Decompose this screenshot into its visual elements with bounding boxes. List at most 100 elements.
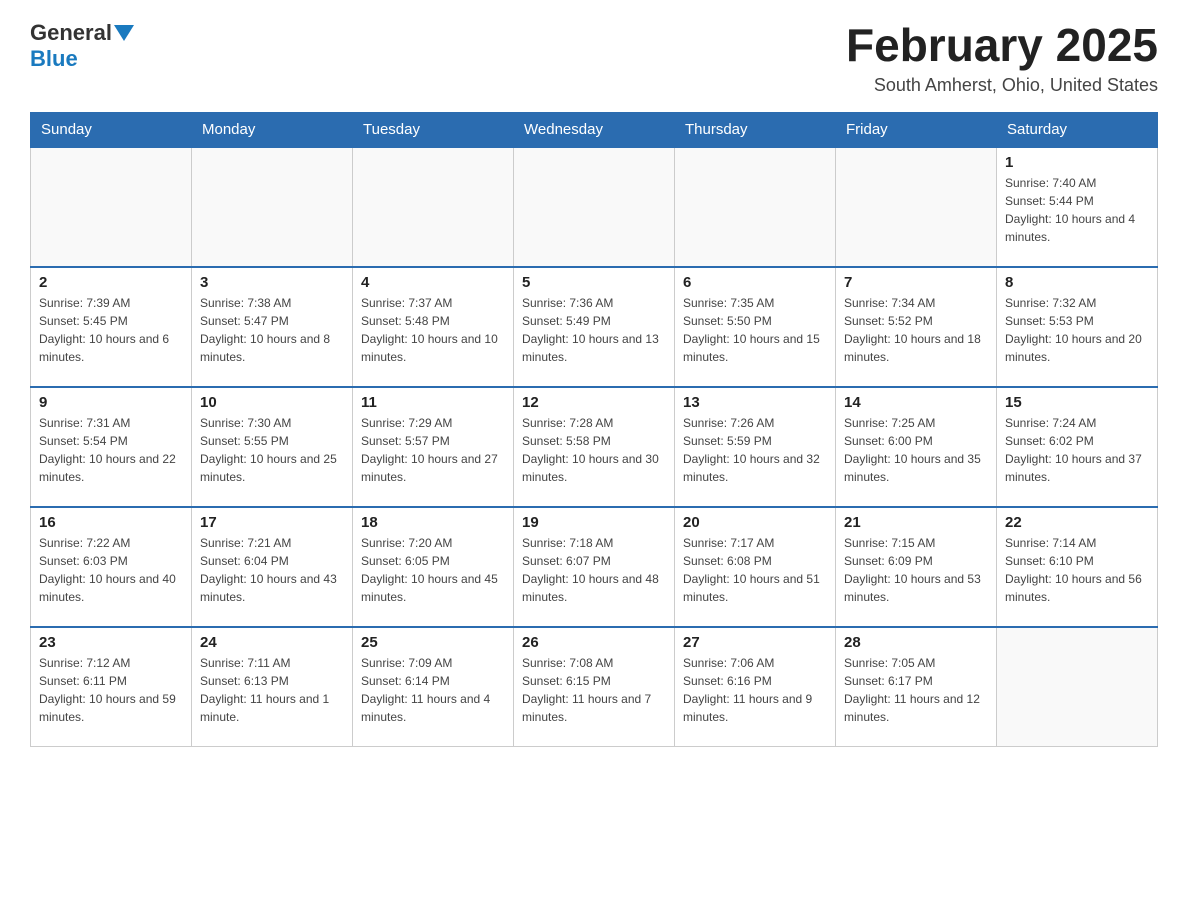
day-info: Sunrise: 7:08 AMSunset: 6:15 PMDaylight:… [522, 654, 666, 726]
page-header: General Blue February 2025 South Amherst… [30, 20, 1158, 96]
week-row-3: 9 Sunrise: 7:31 AMSunset: 5:54 PMDaylight… [31, 387, 1158, 507]
day-number: 16 [39, 514, 183, 531]
calendar-cell: 22Sunrise: 7:14 AMSunset: 6:10 PMDayligh… [997, 507, 1158, 627]
month-title: February 2025 [846, 20, 1158, 71]
day-info: Sunrise: 7:40 AMSunset: 5:44 PMDaylight:… [1005, 174, 1149, 246]
week-row-1: 1 Sunrise: 7:40 AMSunset: 5:44 PMDaylight… [31, 147, 1158, 267]
day-number: 28 [844, 634, 988, 651]
calendar-table: SundayMondayTuesdayWednesdayThursdayFrid… [30, 112, 1158, 748]
calendar-cell: 27 Sunrise: 7:06 AMSunset: 6:16 PMDayligh… [675, 627, 836, 747]
weekday-header-tuesday: Tuesday [353, 112, 514, 147]
location-text: South Amherst, Ohio, United States [846, 75, 1158, 96]
day-number: 1 [1005, 154, 1149, 171]
day-number: 19 [522, 514, 666, 531]
week-row-2: 2 Sunrise: 7:39 AMSunset: 5:45 PMDaylight… [31, 267, 1158, 387]
day-number: 23 [39, 634, 183, 651]
calendar-cell: 2 Sunrise: 7:39 AMSunset: 5:45 PMDaylight… [31, 267, 192, 387]
calendar-cell: 4 Sunrise: 7:37 AMSunset: 5:48 PMDaylight… [353, 267, 514, 387]
calendar-cell: 9 Sunrise: 7:31 AMSunset: 5:54 PMDaylight… [31, 387, 192, 507]
day-number: 8 [1005, 274, 1149, 291]
day-info: Sunrise: 7:30 AMSunset: 5:55 PMDaylight:… [200, 414, 344, 486]
day-info: Sunrise: 7:22 AMSunset: 6:03 PMDaylight:… [39, 534, 183, 606]
day-info: Sunrise: 7:24 AMSunset: 6:02 PMDaylight:… [1005, 414, 1149, 486]
calendar-cell [997, 627, 1158, 747]
calendar-cell: 18 Sunrise: 7:20 AMSunset: 6:05 PMDayligh… [353, 507, 514, 627]
weekday-header-thursday: Thursday [675, 112, 836, 147]
day-number: 26 [522, 634, 666, 651]
calendar-cell: 19Sunrise: 7:18 AMSunset: 6:07 PMDayligh… [514, 507, 675, 627]
day-number: 17 [200, 514, 344, 531]
calendar-cell [192, 147, 353, 267]
day-info: Sunrise: 7:35 AMSunset: 5:50 PMDaylight:… [683, 294, 827, 366]
logo-blue-text: Blue [30, 46, 78, 72]
weekday-header-wednesday: Wednesday [514, 112, 675, 147]
weekday-header-monday: Monday [192, 112, 353, 147]
calendar-cell: 17 Sunrise: 7:21 AMSunset: 6:04 PMDayligh… [192, 507, 353, 627]
day-info: Sunrise: 7:05 AMSunset: 6:17 PMDaylight:… [844, 654, 988, 726]
calendar-cell: 13 Sunrise: 7:26 AMSunset: 5:59 PMDayligh… [675, 387, 836, 507]
day-info: Sunrise: 7:38 AMSunset: 5:47 PMDaylight:… [200, 294, 344, 366]
day-info: Sunrise: 7:06 AMSunset: 6:16 PMDaylight:… [683, 654, 827, 726]
day-info: Sunrise: 7:31 AMSunset: 5:54 PMDaylight:… [39, 414, 183, 486]
day-number: 25 [361, 634, 505, 651]
day-number: 15 [1005, 394, 1149, 411]
calendar-cell: 6 Sunrise: 7:35 AMSunset: 5:50 PMDaylight… [675, 267, 836, 387]
day-info: Sunrise: 7:21 AMSunset: 6:04 PMDaylight:… [200, 534, 344, 606]
day-number: 3 [200, 274, 344, 291]
calendar-cell [514, 147, 675, 267]
calendar-cell [836, 147, 997, 267]
day-info: Sunrise: 7:20 AMSunset: 6:05 PMDaylight:… [361, 534, 505, 606]
day-number: 13 [683, 394, 827, 411]
weekday-header-sunday: Sunday [31, 112, 192, 147]
calendar-cell: 7Sunrise: 7:34 AMSunset: 5:52 PMDaylight… [836, 267, 997, 387]
day-info: Sunrise: 7:26 AMSunset: 5:59 PMDaylight:… [683, 414, 827, 486]
calendar-cell [353, 147, 514, 267]
calendar-cell: 14 Sunrise: 7:25 AMSunset: 6:00 PMDayligh… [836, 387, 997, 507]
day-number: 11 [361, 394, 505, 411]
day-info: Sunrise: 7:17 AMSunset: 6:08 PMDaylight:… [683, 534, 827, 606]
weekday-header-saturday: Saturday [997, 112, 1158, 147]
day-number: 27 [683, 634, 827, 651]
day-number: 5 [522, 274, 666, 291]
calendar-cell: 24 Sunrise: 7:11 AMSunset: 6:13 PMDayligh… [192, 627, 353, 747]
week-row-5: 23 Sunrise: 7:12 AMSunset: 6:11 PMDayligh… [31, 627, 1158, 747]
weekday-header-row: SundayMondayTuesdayWednesdayThursdayFrid… [31, 112, 1158, 147]
calendar-cell: 5 Sunrise: 7:36 AMSunset: 5:49 PMDaylight… [514, 267, 675, 387]
day-info: Sunrise: 7:11 AMSunset: 6:13 PMDaylight:… [200, 654, 344, 726]
day-info: Sunrise: 7:09 AMSunset: 6:14 PMDaylight:… [361, 654, 505, 726]
calendar-cell: 28 Sunrise: 7:05 AMSunset: 6:17 PMDayligh… [836, 627, 997, 747]
day-number: 20 [683, 514, 827, 531]
calendar-cell: 10 Sunrise: 7:30 AMSunset: 5:55 PMDayligh… [192, 387, 353, 507]
day-info: Sunrise: 7:28 AMSunset: 5:58 PMDaylight:… [522, 414, 666, 486]
day-info: Sunrise: 7:25 AMSunset: 6:00 PMDaylight:… [844, 414, 988, 486]
calendar-cell [31, 147, 192, 267]
day-info: Sunrise: 7:37 AMSunset: 5:48 PMDaylight:… [361, 294, 505, 366]
day-info: Sunrise: 7:12 AMSunset: 6:11 PMDaylight:… [39, 654, 183, 726]
calendar-cell [675, 147, 836, 267]
weekday-header-friday: Friday [836, 112, 997, 147]
day-info: Sunrise: 7:29 AMSunset: 5:57 PMDaylight:… [361, 414, 505, 486]
day-number: 24 [200, 634, 344, 651]
day-number: 2 [39, 274, 183, 291]
day-number: 22 [1005, 514, 1149, 531]
calendar-cell: 12 Sunrise: 7:28 AMSunset: 5:58 PMDayligh… [514, 387, 675, 507]
calendar-cell: 20 Sunrise: 7:17 AMSunset: 6:08 PMDayligh… [675, 507, 836, 627]
calendar-cell: 3 Sunrise: 7:38 AMSunset: 5:47 PMDaylight… [192, 267, 353, 387]
day-number: 10 [200, 394, 344, 411]
day-number: 12 [522, 394, 666, 411]
day-number: 6 [683, 274, 827, 291]
day-info: Sunrise: 7:39 AMSunset: 5:45 PMDaylight:… [39, 294, 183, 366]
calendar-cell: 26 Sunrise: 7:08 AMSunset: 6:15 PMDayligh… [514, 627, 675, 747]
day-number: 18 [361, 514, 505, 531]
day-number: 21 [844, 514, 988, 531]
week-row-4: 16 Sunrise: 7:22 AMSunset: 6:03 PMDayligh… [31, 507, 1158, 627]
day-info: Sunrise: 7:36 AMSunset: 5:49 PMDaylight:… [522, 294, 666, 366]
day-number: 4 [361, 274, 505, 291]
title-section: February 2025 South Amherst, Ohio, Unite… [846, 20, 1158, 96]
calendar-cell: 25 Sunrise: 7:09 AMSunset: 6:14 PMDayligh… [353, 627, 514, 747]
day-number: 9 [39, 394, 183, 411]
day-number: 7 [844, 274, 988, 291]
calendar-cell: 21Sunrise: 7:15 AMSunset: 6:09 PMDayligh… [836, 507, 997, 627]
day-number: 14 [844, 394, 988, 411]
calendar-cell: 1 Sunrise: 7:40 AMSunset: 5:44 PMDaylight… [997, 147, 1158, 267]
